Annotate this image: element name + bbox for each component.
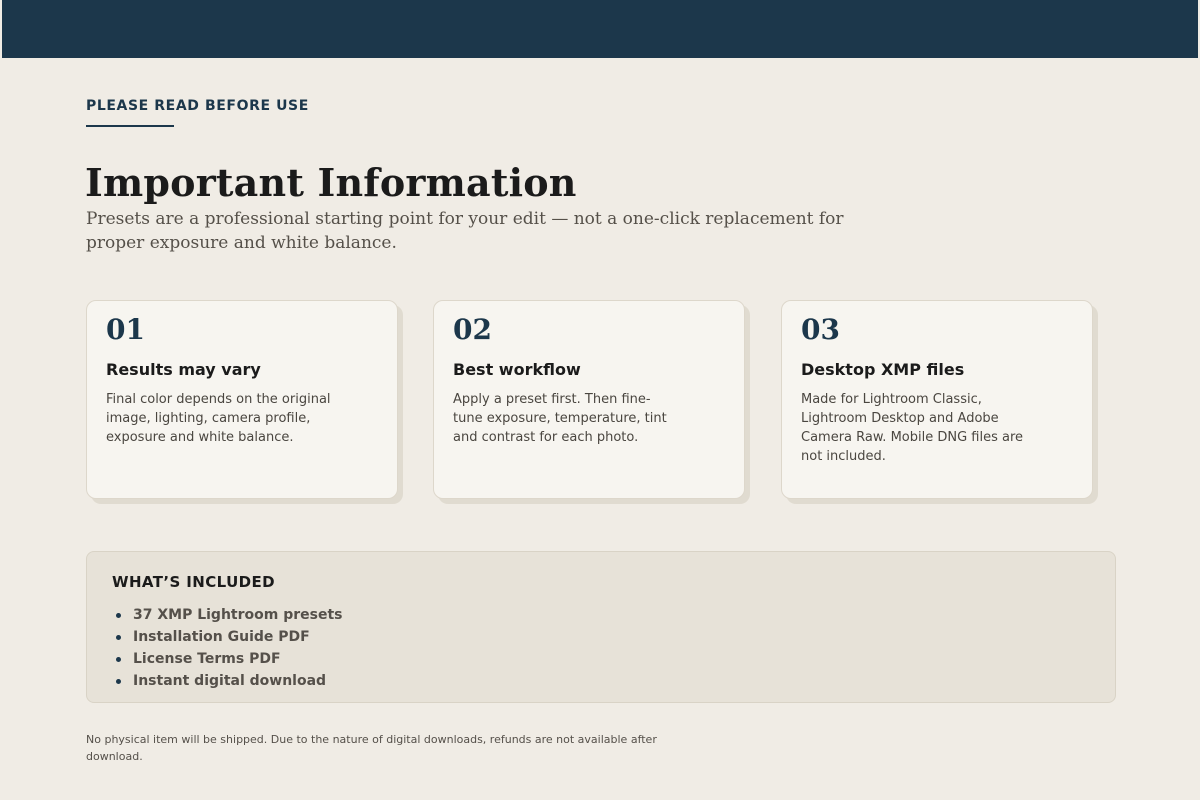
card-number: 03 [801,313,840,346]
bullet-dot-icon [116,656,121,662]
card-body: Made for Lightroom Classic, Lightroom De… [801,392,1024,464]
list-item-label: Installation Guide PDF [133,629,310,645]
footnote: No physical item will be shipped. Due to… [86,733,657,763]
card-body: Final color depends on the original imag… [106,392,331,445]
whats-included-panel: WHAT’S INCLUDED 37 XMP Lightroom presets… [86,551,1116,703]
info-card-results: 01 Results may vary Final color depends … [86,300,398,499]
info-card-workflow: 02 Best workflow Apply a preset first. T… [433,300,745,499]
list-item: Instant digital download [112,670,1090,692]
list-item-label: 37 XMP Lightroom presets [133,607,343,623]
eyebrow-label: PLEASE READ BEFORE USE [86,98,309,114]
list-item: 37 XMP Lightroom presets [112,604,1090,626]
info-card-xmp: 03 Desktop XMP files Made for Lightroom … [781,300,1093,499]
list-item-label: License Terms PDF [133,651,281,667]
card-title: Best workflow [453,360,581,379]
bullet-dot-icon [116,678,121,684]
page-title: Important Information [85,160,577,205]
top-banner [2,0,1198,58]
card-title: Results may vary [106,360,261,379]
bullet-dot-icon [116,612,121,618]
eyebrow-underline [86,125,174,127]
page-subtitle: Presets are a professional starting poin… [86,209,844,253]
included-title: WHAT’S INCLUDED [112,573,275,591]
included-list: 37 XMP Lightroom presets Installation Gu… [112,604,1090,692]
card-number: 01 [106,313,145,346]
card-number: 02 [453,313,492,346]
card-body: Apply a preset first. Then fine-tune exp… [453,392,667,445]
list-item: Installation Guide PDF [112,626,1090,648]
bullet-dot-icon [116,634,121,640]
list-item: License Terms PDF [112,648,1090,670]
card-title: Desktop XMP files [801,360,965,379]
list-item-label: Instant digital download [133,673,327,689]
